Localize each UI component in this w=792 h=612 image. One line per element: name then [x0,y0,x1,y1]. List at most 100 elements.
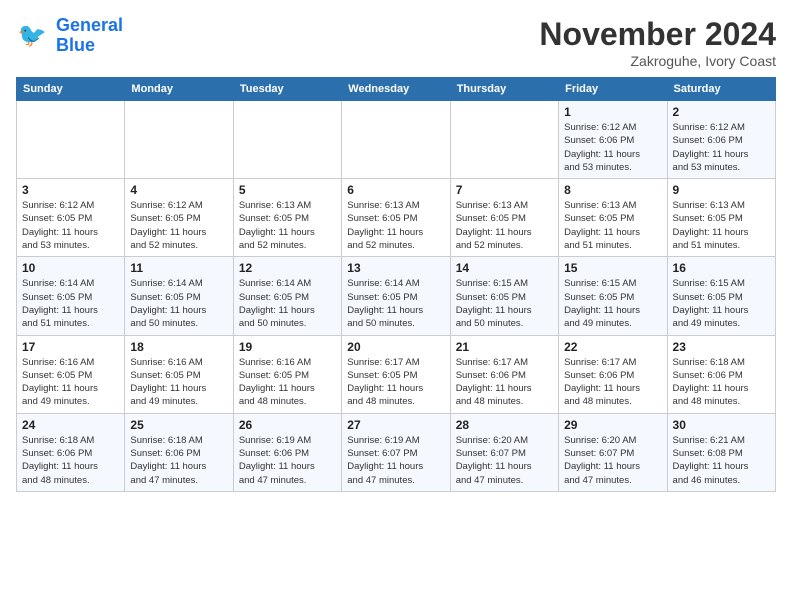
day-info: Sunrise: 6:13 AM Sunset: 6:05 PM Dayligh… [239,199,336,252]
day-info: Sunrise: 6:14 AM Sunset: 6:05 PM Dayligh… [347,277,444,330]
page-header: 🐦 General Blue November 2024 Zakroguhe, … [16,16,776,69]
day-info: Sunrise: 6:12 AM Sunset: 6:06 PM Dayligh… [564,121,661,174]
day-info: Sunrise: 6:14 AM Sunset: 6:05 PM Dayligh… [239,277,336,330]
calendar-cell: 1Sunrise: 6:12 AM Sunset: 6:06 PM Daylig… [559,101,667,179]
calendar-cell: 12 Sunrise: 6:14 AM Sunset: 6:05 PM Dayli… [233,257,341,335]
calendar-cell: 14 Sunrise: 6:15 AM Sunset: 6:05 PM Dayli… [450,257,558,335]
calendar-cell: 13 Sunrise: 6:14 AM Sunset: 6:05 PM Dayli… [342,257,450,335]
day-number: 14 [456,261,553,275]
svg-text:🐦: 🐦 [18,22,47,48]
day-info: Sunrise: 6:16 AM Sunset: 6:05 PM Dayligh… [239,356,336,409]
calendar-cell: 25 Sunrise: 6:18 AM Sunset: 6:06 PM Dayli… [125,413,233,491]
day-number: 21 [456,340,553,354]
weekday-header-monday: Monday [125,78,233,101]
day-number: 29 [564,418,661,432]
weekday-header-saturday: Saturday [667,78,775,101]
day-number: 19 [239,340,336,354]
day-number: 16 [673,261,770,275]
calendar-cell: 5 Sunrise: 6:13 AM Sunset: 6:05 PM Daylig… [233,179,341,257]
day-number: 12 [239,261,336,275]
day-info: Sunrise: 6:15 AM Sunset: 6:05 PM Dayligh… [456,277,553,330]
calendar-cell: 24 Sunrise: 6:18 AM Sunset: 6:06 PM Dayli… [17,413,125,491]
calendar-cell: 9Sunrise: 6:13 AM Sunset: 6:05 PM Daylig… [667,179,775,257]
calendar-cell: 4 Sunrise: 6:12 AM Sunset: 6:05 PM Daylig… [125,179,233,257]
calendar-cell [450,101,558,179]
day-number: 4 [130,183,227,197]
day-info: Sunrise: 6:15 AM Sunset: 6:05 PM Dayligh… [673,277,770,330]
calendar-week-3: 10Sunrise: 6:14 AM Sunset: 6:05 PM Dayli… [17,257,776,335]
calendar-cell [125,101,233,179]
calendar-cell: 27 Sunrise: 6:19 AM Sunset: 6:07 PM Dayli… [342,413,450,491]
calendar-cell: 23 Sunrise: 6:18 AM Sunset: 6:06 PM Dayli… [667,335,775,413]
day-info: Sunrise: 6:13 AM Sunset: 6:05 PM Dayligh… [456,199,553,252]
day-number: 2 [673,105,770,119]
logo-line1: General [56,15,123,35]
calendar-cell: 18 Sunrise: 6:16 AM Sunset: 6:05 PM Dayli… [125,335,233,413]
day-number: 6 [347,183,444,197]
day-info: Sunrise: 6:12 AM Sunset: 6:05 PM Dayligh… [130,199,227,252]
day-number: 3 [22,183,119,197]
logo-line2: Blue [56,35,95,55]
calendar-cell: 20 Sunrise: 6:17 AM Sunset: 6:05 PM Dayli… [342,335,450,413]
day-info: Sunrise: 6:16 AM Sunset: 6:05 PM Dayligh… [130,356,227,409]
day-info: Sunrise: 6:17 AM Sunset: 6:06 PM Dayligh… [564,356,661,409]
title-block: November 2024 Zakroguhe, Ivory Coast [539,16,776,69]
calendar-cell: 29 Sunrise: 6:20 AM Sunset: 6:07 PM Dayli… [559,413,667,491]
day-info: Sunrise: 6:19 AM Sunset: 6:07 PM Dayligh… [347,434,444,487]
day-info: Sunrise: 6:18 AM Sunset: 6:06 PM Dayligh… [22,434,119,487]
month-title: November 2024 [539,16,776,53]
day-info: Sunrise: 6:19 AM Sunset: 6:06 PM Dayligh… [239,434,336,487]
weekday-header-friday: Friday [559,78,667,101]
calendar-cell: 2 Sunrise: 6:12 AM Sunset: 6:06 PM Daylig… [667,101,775,179]
logo-text: General Blue [56,16,123,56]
calendar-header-row: SundayMondayTuesdayWednesdayThursdayFrid… [17,78,776,101]
calendar-cell: 22 Sunrise: 6:17 AM Sunset: 6:06 PM Dayli… [559,335,667,413]
day-info: Sunrise: 6:17 AM Sunset: 6:06 PM Dayligh… [456,356,553,409]
logo-icon: 🐦 [16,18,52,54]
day-number: 5 [239,183,336,197]
day-info: Sunrise: 6:12 AM Sunset: 6:05 PM Dayligh… [22,199,119,252]
day-number: 8 [564,183,661,197]
day-number: 30 [673,418,770,432]
calendar-week-5: 24 Sunrise: 6:18 AM Sunset: 6:06 PM Dayli… [17,413,776,491]
day-info: Sunrise: 6:14 AM Sunset: 6:05 PM Dayligh… [22,277,119,330]
day-info: Sunrise: 6:13 AM Sunset: 6:05 PM Dayligh… [673,199,770,252]
calendar-cell: 6 Sunrise: 6:13 AM Sunset: 6:05 PM Daylig… [342,179,450,257]
calendar-cell: 30 Sunrise: 6:21 AM Sunset: 6:08 PM Dayli… [667,413,775,491]
day-number: 27 [347,418,444,432]
day-number: 25 [130,418,227,432]
day-number: 7 [456,183,553,197]
day-number: 23 [673,340,770,354]
day-number: 22 [564,340,661,354]
calendar-table: SundayMondayTuesdayWednesdayThursdayFrid… [16,77,776,492]
logo: 🐦 General Blue [16,16,123,56]
calendar-cell: 10Sunrise: 6:14 AM Sunset: 6:05 PM Dayli… [17,257,125,335]
calendar-cell [342,101,450,179]
calendar-week-4: 17Sunrise: 6:16 AM Sunset: 6:05 PM Dayli… [17,335,776,413]
calendar-cell: 21 Sunrise: 6:17 AM Sunset: 6:06 PM Dayli… [450,335,558,413]
day-number: 15 [564,261,661,275]
day-info: Sunrise: 6:20 AM Sunset: 6:07 PM Dayligh… [456,434,553,487]
day-info: Sunrise: 6:12 AM Sunset: 6:06 PM Dayligh… [673,121,770,174]
day-number: 11 [130,261,227,275]
weekday-header-sunday: Sunday [17,78,125,101]
weekday-header-thursday: Thursday [450,78,558,101]
calendar-cell [233,101,341,179]
calendar-cell: 15Sunrise: 6:15 AM Sunset: 6:05 PM Dayli… [559,257,667,335]
day-info: Sunrise: 6:18 AM Sunset: 6:06 PM Dayligh… [673,356,770,409]
day-number: 13 [347,261,444,275]
day-info: Sunrise: 6:18 AM Sunset: 6:06 PM Dayligh… [130,434,227,487]
calendar-cell: 11 Sunrise: 6:14 AM Sunset: 6:05 PM Dayli… [125,257,233,335]
day-info: Sunrise: 6:17 AM Sunset: 6:05 PM Dayligh… [347,356,444,409]
day-number: 24 [22,418,119,432]
day-info: Sunrise: 6:21 AM Sunset: 6:08 PM Dayligh… [673,434,770,487]
day-number: 18 [130,340,227,354]
calendar-week-1: 1Sunrise: 6:12 AM Sunset: 6:06 PM Daylig… [17,101,776,179]
day-info: Sunrise: 6:20 AM Sunset: 6:07 PM Dayligh… [564,434,661,487]
day-info: Sunrise: 6:14 AM Sunset: 6:05 PM Dayligh… [130,277,227,330]
day-info: Sunrise: 6:13 AM Sunset: 6:05 PM Dayligh… [347,199,444,252]
weekday-header-wednesday: Wednesday [342,78,450,101]
day-number: 20 [347,340,444,354]
day-info: Sunrise: 6:16 AM Sunset: 6:05 PM Dayligh… [22,356,119,409]
calendar-cell: 19 Sunrise: 6:16 AM Sunset: 6:05 PM Dayli… [233,335,341,413]
